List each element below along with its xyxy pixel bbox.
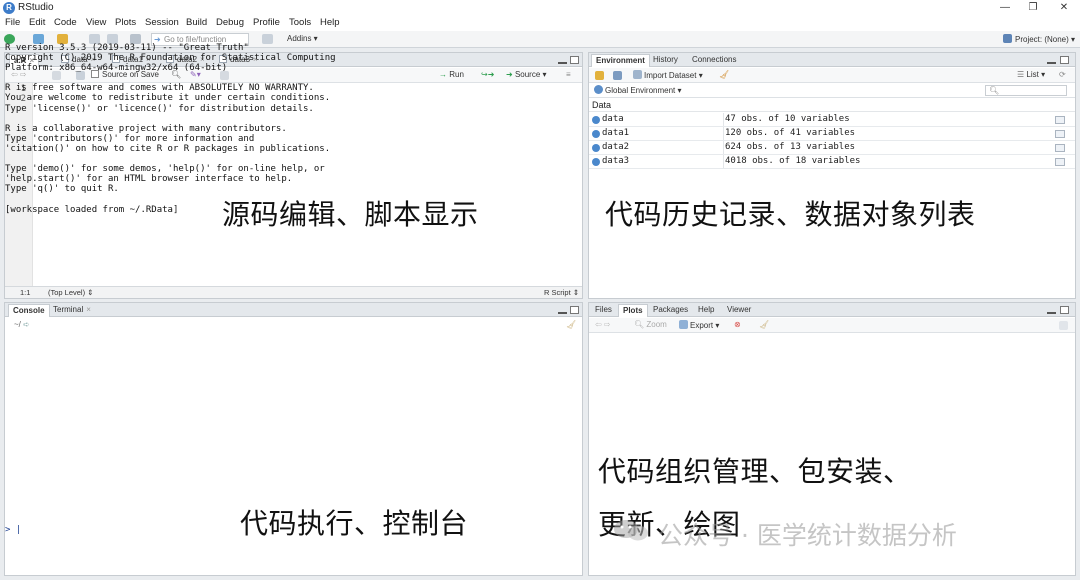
prev-next-plot-icon[interactable]: ⇦ ⇨ xyxy=(595,320,611,329)
menu-tools[interactable]: Tools xyxy=(289,17,311,28)
remove-plot-icon[interactable]: ⊗ xyxy=(734,320,741,329)
restore-button[interactable]: ❐ xyxy=(1026,1,1040,14)
console-line: Type 'demo()' for some demos, 'help()' f… xyxy=(5,164,325,175)
plots-toolbar: ⇦ ⇨ 🔍︎ Zoom Export ▾ ⊗ 🧹︎ xyxy=(589,318,1075,333)
console-line: 'citation()' on how to cite R or R packa… xyxy=(5,143,331,154)
tab-label: Terminal xyxy=(53,305,84,314)
console-pane-caption: 代码执行、控制台 xyxy=(240,507,469,540)
menu-session[interactable]: Session xyxy=(145,17,179,28)
menu-bar: File Edit Code View Plots Session Build … xyxy=(0,16,1080,31)
minimize-pane-icon[interactable] xyxy=(1047,310,1056,314)
menu-edit[interactable]: Edit xyxy=(29,17,45,28)
files-pane-caption-line1: 代码组织管理、包安装、 xyxy=(598,455,912,488)
tab-packages[interactable]: Packages xyxy=(649,304,692,317)
watermark: 公众号 · 医学统计数据分析 xyxy=(658,521,957,550)
clear-console-icon[interactable]: 🧹︎ xyxy=(566,320,576,329)
zoom-icon: 🔍︎ xyxy=(634,320,645,329)
maximize-pane-icon[interactable] xyxy=(1060,306,1069,314)
console-line: Platform: x86_64-w64-mingw32/x64 (64-bit… xyxy=(5,63,228,74)
working-directory-label: ~/ xyxy=(14,320,21,329)
menu-plots[interactable]: Plots xyxy=(115,17,136,28)
rstudio-logo-icon: R xyxy=(3,2,15,14)
console-line: R is a collaborative project with many c… xyxy=(5,123,287,134)
wechat-logo-icon xyxy=(614,520,648,541)
menu-debug[interactable]: Debug xyxy=(216,17,244,28)
console-line: [workspace loaded from ~/.RData] xyxy=(5,204,179,215)
console-line: R version 3.5.3 (2019-03-11) -- "Great T… xyxy=(5,43,249,53)
console-line: Type 'license()' or 'licence()' for dist… xyxy=(5,103,314,114)
export-label: Export ▾ xyxy=(690,321,720,330)
tab-plots[interactable]: Plots xyxy=(618,304,648,317)
project-icon xyxy=(1003,34,1012,43)
console-prompt[interactable]: > | xyxy=(5,525,21,535)
console-line: 'help.start()' for an HTML browser inter… xyxy=(5,174,293,185)
menu-file[interactable]: File xyxy=(5,17,20,28)
app-title: RStudio xyxy=(18,2,54,13)
tab-terminal[interactable]: Terminal × xyxy=(49,304,95,317)
export-icon xyxy=(679,320,688,329)
console-line: Type 'q()' to quit R. xyxy=(5,184,119,195)
clear-plots-icon[interactable]: 🧹︎ xyxy=(759,320,769,329)
console-line: You are welcome to redistribute it under… xyxy=(5,93,331,104)
console-tabs: Console Terminal × xyxy=(5,303,582,317)
scope-selector[interactable]: (Top Level) ⇕ xyxy=(48,288,93,297)
menu-code[interactable]: Code xyxy=(54,17,77,28)
console-path-bar: ~/ ➪ 🧹︎ xyxy=(5,318,582,333)
close-window-button[interactable]: ✕ xyxy=(1057,1,1071,14)
console-output: R version 3.5.3 (2019-03-11) -- "Great T… xyxy=(5,43,1076,215)
tab-viewer[interactable]: Viewer xyxy=(723,304,755,317)
title-bar: R RStudio — ❐ ✕ xyxy=(0,0,1080,16)
file-type-selector[interactable]: R Script ⇕ xyxy=(544,288,579,297)
close-icon[interactable]: × xyxy=(86,305,91,314)
menu-help[interactable]: Help xyxy=(320,17,340,28)
refresh-plot-icon[interactable] xyxy=(1059,321,1068,330)
zoom-button[interactable]: 🔍︎ Zoom xyxy=(634,320,667,329)
tab-files[interactable]: Files xyxy=(591,304,616,317)
tab-console[interactable]: Console xyxy=(8,304,50,317)
cursor-position: 1:1 xyxy=(20,288,31,297)
menu-build[interactable]: Build xyxy=(186,17,207,28)
go-to-directory-icon: ➪ xyxy=(23,320,30,329)
console-line: Copyright (C) 2019 The R Foundation for … xyxy=(5,53,336,64)
working-directory[interactable]: ~/ ➪ xyxy=(14,320,30,329)
menu-view[interactable]: View xyxy=(86,17,106,28)
files-tabs: Files Plots Packages Help Viewer xyxy=(589,303,1075,317)
menu-profile[interactable]: Profile xyxy=(253,17,280,28)
export-button[interactable]: Export ▾ xyxy=(679,320,719,330)
zoom-label: Zoom xyxy=(646,320,667,329)
tab-help[interactable]: Help xyxy=(694,304,718,317)
minimize-button[interactable]: — xyxy=(998,1,1012,14)
console-line: Type 'contributors()' for more informati… xyxy=(5,133,255,144)
maximize-pane-icon[interactable] xyxy=(570,306,579,314)
source-statusbar: 1:1 (Top Level) ⇕ R Script ⇕ xyxy=(5,286,582,298)
minimize-pane-icon[interactable] xyxy=(558,310,567,314)
console-line: R is free software and comes with ABSOLU… xyxy=(5,83,314,94)
addins-button[interactable]: Addins ▾ xyxy=(287,34,318,43)
